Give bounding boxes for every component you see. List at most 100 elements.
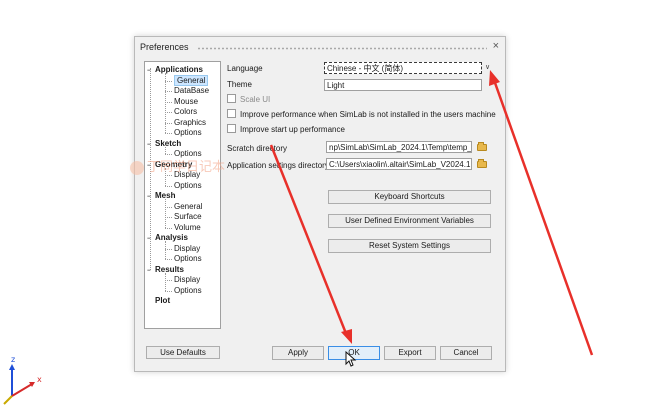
apply-button[interactable]: Apply: [272, 346, 324, 360]
app-settings-dir-input[interactable]: C:\Users\xiaolin\.altair\SimLab_V2024.1: [326, 158, 472, 170]
tree-branch-line: [165, 175, 172, 176]
scratch-dir-browse-folder-icon[interactable]: [477, 142, 487, 151]
preferences-dialog: Preferences × − Applications General DataBa…: [134, 36, 506, 372]
axis-z-label: z: [11, 355, 16, 364]
tree-item-general[interactable]: General: [174, 201, 202, 212]
app-settings-dir-browse-folder-icon[interactable]: [477, 159, 487, 168]
tree-item-label: Plot: [155, 296, 171, 305]
keyboard-shortcuts-button[interactable]: Keyboard Shortcuts: [328, 190, 491, 204]
tree-child-connector: [165, 241, 166, 259]
export-button[interactable]: Export: [384, 346, 436, 360]
tree-item-label: Sketch: [155, 138, 182, 148]
close-icon[interactable]: ×: [493, 40, 499, 52]
scratch-dir-input[interactable]: np\SimLab\SimLab_2024.1\Temp\temp_1: [326, 141, 472, 153]
tree-branch-line: [165, 280, 172, 281]
expander-icon[interactable]: −: [147, 192, 155, 203]
expander-icon[interactable]: −: [147, 140, 155, 151]
scale-ui-row[interactable]: Scale UI: [227, 94, 270, 105]
tree-item-options[interactable]: Options: [174, 253, 202, 264]
watermark: 丁同学日记本: [130, 156, 225, 175]
watermark-text: 丁同学日记本: [147, 159, 226, 174]
improve-perf-checkbox[interactable]: [227, 109, 236, 119]
tree-item-label: Options: [174, 254, 202, 263]
improve-startup-row[interactable]: Improve start up performance: [227, 124, 345, 135]
scratch-dir-value: np\SimLab\SimLab_2024.1\Temp\temp_1: [329, 143, 472, 152]
app-settings-dir-value: C:\Users\xiaolin\.altair\SimLab_V2024.1: [329, 160, 471, 169]
tree-item-label: Colors: [174, 107, 198, 116]
expander-icon[interactable]: −: [147, 66, 155, 77]
tree-item-volume[interactable]: Volume: [174, 222, 201, 233]
tree-item-label: Volume: [174, 222, 201, 232]
improve-startup-checkbox[interactable]: [227, 124, 236, 134]
tree-item-general[interactable]: General: [174, 74, 209, 86]
tree-item-options[interactable]: Options: [174, 285, 202, 296]
improve-startup-label: Improve start up performance: [240, 125, 345, 134]
app-settings-dir-label: Application settings directory: [227, 161, 329, 170]
tree-branch-line: [165, 290, 172, 292]
chevron-down-icon[interactable]: ∨: [483, 62, 492, 74]
dialog-titlebar[interactable]: Preferences ×: [135, 37, 505, 57]
tree-item-options[interactable]: Options: [174, 180, 202, 191]
theme-value: Light: [327, 81, 345, 90]
user-env-vars-button[interactable]: User Defined Environment Variables: [328, 214, 491, 228]
titlebar-grip: [197, 47, 487, 50]
use-defaults-button[interactable]: Use Defaults: [146, 346, 220, 359]
mouse-cursor-icon: [345, 351, 357, 367]
expander-icon[interactable]: −: [147, 234, 155, 245]
tree-item-label: Surface: [174, 212, 202, 221]
tree-item-label: DataBase: [174, 86, 210, 95]
tree-child-connector: [165, 146, 166, 154]
reset-system-settings-button[interactable]: Reset System Settings: [328, 239, 491, 253]
tree-branch-line: [165, 217, 172, 218]
tree-item-label: Mouse: [174, 96, 199, 106]
tree-item-label: General: [174, 74, 209, 86]
improve-perf-label: Improve performance when SimLab is not i…: [240, 110, 496, 119]
expander-icon[interactable]: −: [147, 266, 155, 277]
tree-node-analysis[interactable]: − Analysis: [147, 232, 188, 243]
tree-item-label: Analysis: [155, 233, 188, 242]
improve-perf-row[interactable]: Improve performance when SimLab is not i…: [227, 109, 496, 120]
cat-logo-icon: [130, 160, 144, 175]
tree-item-display[interactable]: Display: [174, 243, 200, 254]
tree-item-label: Display: [174, 275, 201, 284]
tree-node-applications[interactable]: − Applications: [147, 64, 203, 75]
tree-item-options[interactable]: Options: [174, 127, 202, 138]
tree-child-connector: [165, 272, 166, 291]
axis-triad: z x: [0, 350, 50, 410]
cancel-button[interactable]: Cancel: [440, 346, 492, 360]
tree-child-connector: [165, 199, 166, 228]
language-value: Chinese - 中文 (简体): [327, 64, 404, 73]
scale-ui-checkbox[interactable]: [227, 94, 236, 104]
tree-child-connector: [165, 73, 166, 133]
tree-branch-line: [165, 185, 172, 187]
tree-item-label: Graphics: [174, 117, 207, 127]
axis-x-label: x: [37, 375, 42, 384]
tree-item-label: Options: [174, 128, 202, 137]
tree-item-label: Options: [174, 180, 202, 190]
tree-branch-line: [165, 248, 172, 250]
theme-label: Theme: [227, 80, 252, 89]
language-label: Language: [227, 64, 263, 73]
tree-item-database[interactable]: DataBase: [174, 85, 209, 96]
tree-branch-line: [165, 133, 172, 134]
tree-branch-line: [165, 101, 172, 103]
tree-branch-line: [165, 259, 172, 260]
tree-item-surface[interactable]: Surface: [174, 211, 202, 222]
tree-node-plot[interactable]: Plot: [147, 295, 170, 306]
annotation-arrow-language: [492, 79, 594, 356]
tree-item-colors[interactable]: Colors: [174, 106, 197, 117]
scratch-dir-label: Scratch directory: [227, 144, 288, 153]
dialog-title: Preferences: [140, 42, 189, 52]
tree-item-display[interactable]: Display: [174, 274, 200, 285]
tree-node-mesh[interactable]: − Mesh: [147, 190, 175, 201]
tree-item-graphics[interactable]: Graphics: [174, 117, 206, 128]
tree-item-label: Options: [174, 285, 202, 295]
tree-item-label: General: [174, 201, 203, 211]
tree-branch-line: [165, 206, 172, 208]
tree-branch-line: [165, 227, 172, 229]
tree-branch-line: [165, 122, 172, 124]
language-combo[interactable]: Chinese - 中文 (简体): [324, 62, 482, 74]
theme-combo[interactable]: Light: [324, 79, 482, 91]
tree-branch-line: [165, 112, 172, 113]
tree-item-mouse[interactable]: Mouse: [174, 96, 198, 107]
